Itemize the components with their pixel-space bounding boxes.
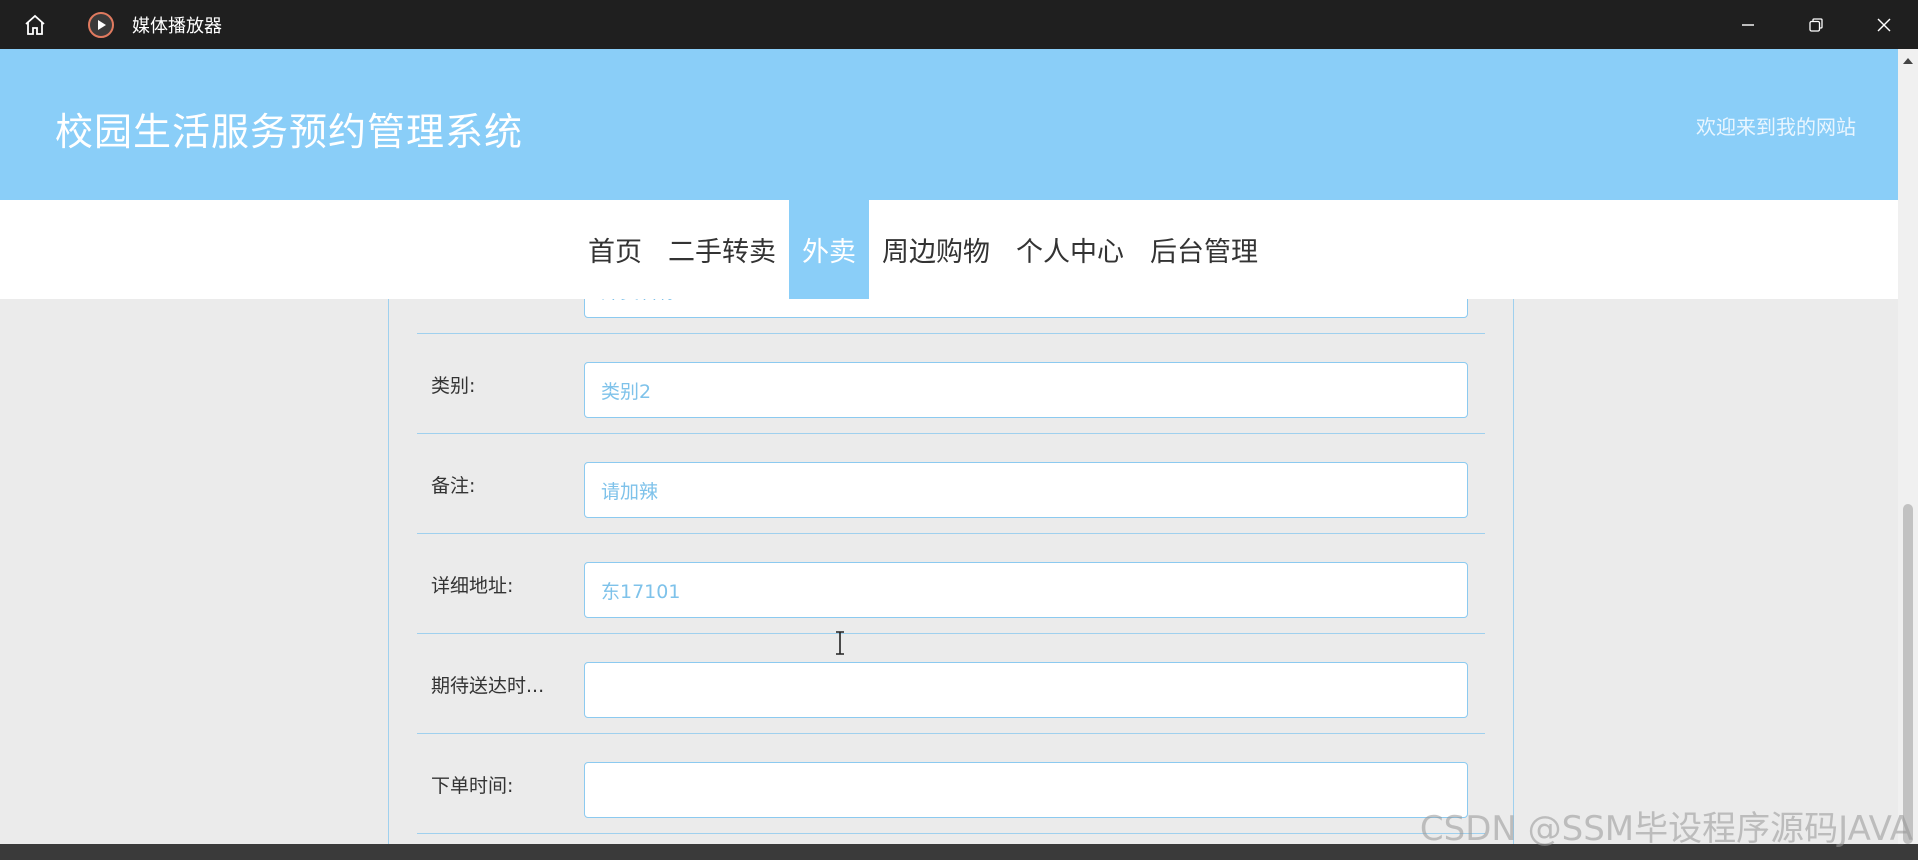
order-time-field[interactable] bbox=[584, 762, 1468, 818]
form-row-remark: 备注: 请加辣 bbox=[417, 434, 1485, 534]
form-row-address: 详细地址: 东17101 bbox=[417, 534, 1485, 634]
expected-time-field[interactable] bbox=[584, 662, 1468, 718]
form-label: 备注: bbox=[431, 474, 476, 497]
text-cursor-icon bbox=[834, 631, 846, 660]
nav-item-takeout[interactable]: 外卖 bbox=[789, 200, 869, 299]
scroll-up-icon[interactable] bbox=[1898, 53, 1918, 69]
close-icon[interactable] bbox=[1850, 0, 1918, 49]
main-nav: 首页 二手转卖 外卖 周边购物 个人中心 后台管理 bbox=[0, 200, 1898, 299]
address-field[interactable]: 东17101 bbox=[584, 562, 1468, 618]
vertical-scrollbar[interactable] bbox=[1898, 49, 1918, 844]
restore-icon[interactable] bbox=[1782, 0, 1850, 49]
nav-item-home[interactable]: 首页 bbox=[575, 200, 655, 299]
form-row-expected-time: 期待送达时... bbox=[417, 634, 1485, 734]
form-row-category: 类别: 类别2 bbox=[417, 334, 1485, 434]
webpage-viewport: 外卖名称: 外卖名称2 类别: 类别2 备注: 请加辣 详细地址: 东17101… bbox=[0, 49, 1898, 844]
home-icon[interactable] bbox=[17, 7, 53, 43]
form-label: 类别: bbox=[431, 374, 476, 397]
minimize-icon[interactable] bbox=[1714, 0, 1782, 49]
nav-item-profile[interactable]: 个人中心 bbox=[1003, 200, 1137, 299]
nav-item-admin[interactable]: 后台管理 bbox=[1137, 200, 1271, 299]
category-field[interactable]: 类别2 bbox=[584, 362, 1468, 418]
form-label: 详细地址: bbox=[431, 574, 514, 597]
scroll-thumb[interactable] bbox=[1903, 504, 1913, 844]
form-label: 期待送达时... bbox=[431, 674, 545, 697]
window-controls bbox=[1714, 0, 1918, 49]
nav-list: 首页 二手转卖 外卖 周边购物 个人中心 后台管理 bbox=[575, 200, 1271, 299]
nav-item-shopping[interactable]: 周边购物 bbox=[869, 200, 1003, 299]
watermark: CSDN @SSM毕设程序源码JAVA bbox=[1419, 809, 1913, 849]
form-label: 下单时间: bbox=[431, 774, 514, 797]
window-titlebar: 媒体播放器 bbox=[0, 0, 1918, 49]
window-title: 媒体播放器 bbox=[132, 15, 222, 37]
site-title: 校园生活服务预约管理系统 bbox=[55, 110, 524, 154]
nav-item-secondhand[interactable]: 二手转卖 bbox=[655, 200, 789, 299]
remark-field[interactable]: 请加辣 bbox=[584, 462, 1468, 518]
form-row-order-time: 下单时间: bbox=[417, 734, 1485, 834]
media-player-icon bbox=[88, 11, 114, 38]
site-header: 校园生活服务预约管理系统 欢迎来到我的网站 bbox=[0, 49, 1898, 200]
welcome-text: 欢迎来到我的网站 bbox=[1696, 115, 1856, 139]
order-form: 外卖名称: 外卖名称2 类别: 类别2 备注: 请加辣 详细地址: 东17101… bbox=[388, 262, 1514, 844]
